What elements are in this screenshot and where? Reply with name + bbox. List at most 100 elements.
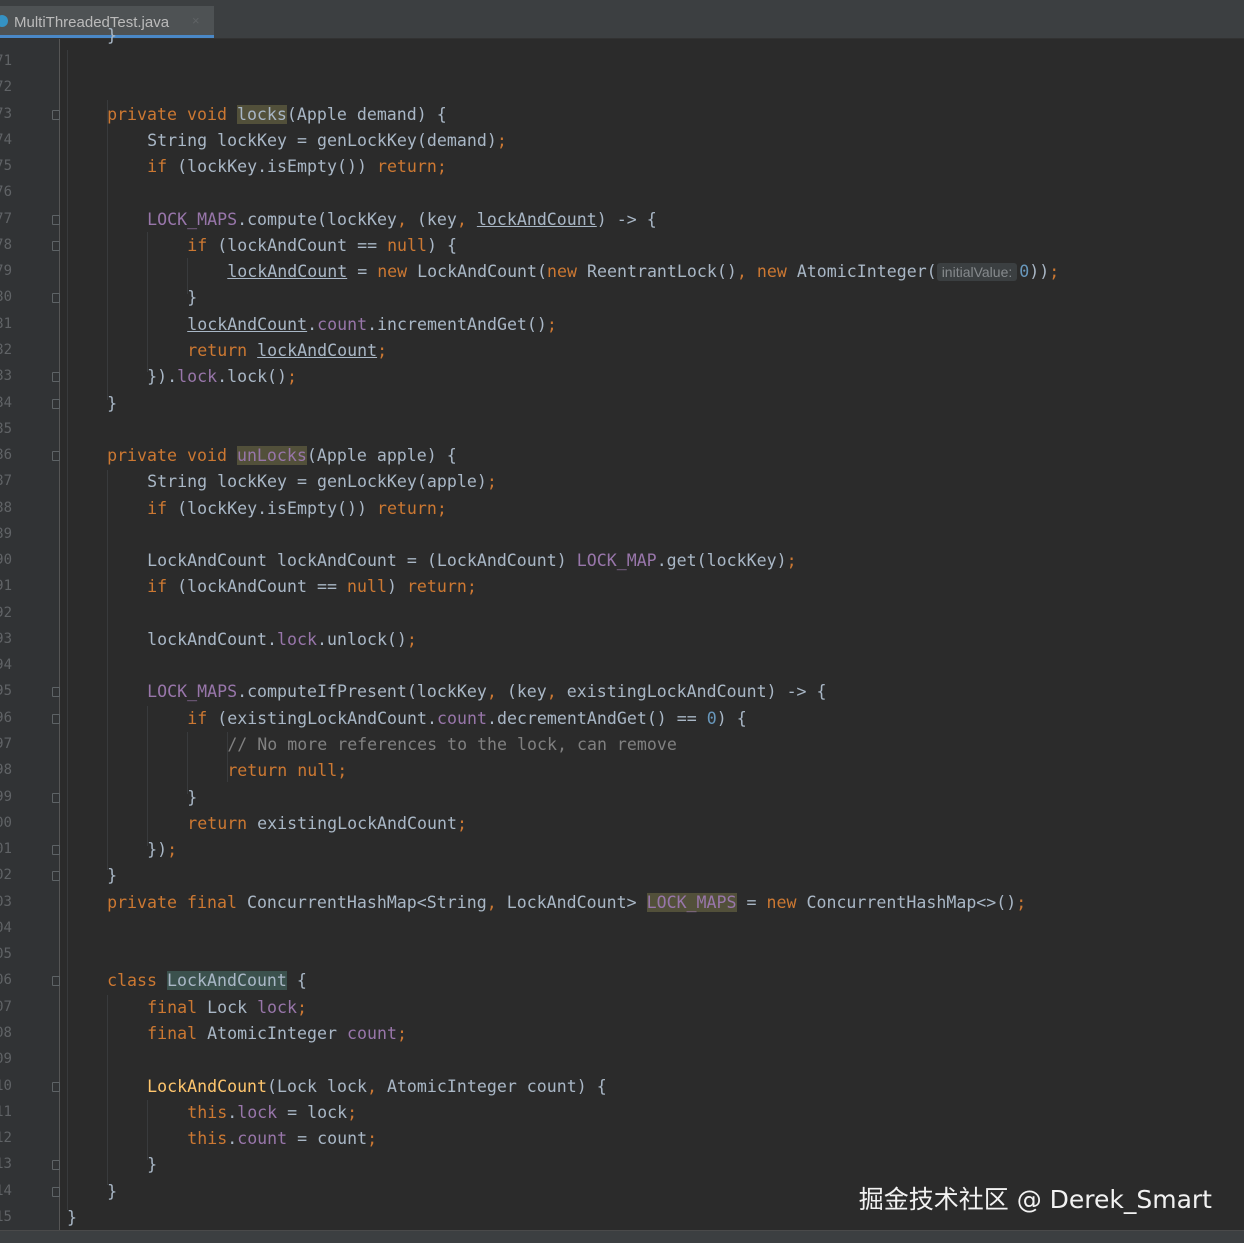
fold-marker-icon[interactable]: [52, 372, 60, 383]
code-text: LOCK_MAPS.compute(lockKey, (key, lockAnd…: [147, 208, 657, 232]
line-number: 97: [0, 736, 12, 753]
code-token: lockAndCount: [227, 262, 348, 282]
code-line[interactable]: 89: [0, 522, 1244, 548]
code-token: }: [67, 1207, 77, 1227]
code-token: existingLockAndCount) -> {: [566, 682, 827, 702]
code-line[interactable]: 103 private final ConcurrentHashMap<Strin…: [0, 890, 1244, 916]
fold-marker-icon[interactable]: [52, 293, 60, 304]
code-line[interactable]: 90 LockAndCount lockAndCount = (LockAndCo…: [0, 548, 1244, 574]
code-line[interactable]: 104: [0, 916, 1244, 942]
fold-marker-icon[interactable]: [52, 845, 60, 856]
fold-marker-icon[interactable]: [52, 687, 60, 698]
code-token: (lockAndCount ==: [217, 235, 388, 255]
code-token: 0: [706, 708, 717, 728]
line-number: 114: [0, 1182, 12, 1199]
code-token: 0: [1019, 262, 1030, 282]
code-line[interactable]: 85: [0, 417, 1244, 443]
code-line[interactable]: 83}).lock.lock();: [0, 364, 1244, 390]
code-token: , new: [736, 262, 797, 282]
fold-marker-icon[interactable]: [52, 976, 60, 987]
watermark: 掘金技术社区 @ Derek_Smart: [858, 1185, 1212, 1214]
code-line[interactable]: 106 class LockAndCount {: [0, 968, 1244, 994]
code-line[interactable]: 76: [0, 180, 1244, 206]
fold-marker-icon[interactable]: [52, 1186, 60, 1197]
fold-marker-icon[interactable]: [52, 871, 60, 882]
code-line[interactable]: 75 if (lockKey.isEmpty()) return;: [0, 154, 1244, 180]
code-token: .compute(lockKey: [237, 209, 397, 229]
code-token: return: [187, 813, 258, 833]
code-editor[interactable]: } 71 72 73 private void locks(Apple demand)…: [0, 0, 1244, 1242]
code-text: String lockKey = genLockKey(demand);: [147, 129, 507, 153]
fold-marker-icon[interactable]: [52, 792, 60, 803]
code-line[interactable]: 78 if (lockAndCount == null) {: [0, 233, 1244, 259]
code-token: ,: [366, 1076, 387, 1096]
code-token: lockAndCount.: [147, 629, 278, 649]
code-line[interactable]: 94: [0, 653, 1244, 679]
code-line[interactable]: 100 return existingLockAndCount;: [0, 811, 1244, 837]
code-token: .decrementAndGet() ==: [486, 708, 707, 728]
fold-marker-icon[interactable]: [52, 713, 60, 724]
code-token: existingLockAndCount: [257, 813, 457, 833]
code-token: LockAndCount: [147, 1076, 268, 1096]
code-token: LOCK_MAPS: [646, 892, 737, 912]
code-token: }: [107, 866, 118, 886]
code-line[interactable]: 86 private void unLocks(Apple apple) {: [0, 443, 1244, 469]
code-line[interactable]: 88 if (lockKey.isEmpty()) return;: [0, 496, 1244, 522]
code-line[interactable]: 79 lockAndCount = new LockAndCount(new Re…: [0, 259, 1244, 285]
fold-marker-icon[interactable]: [52, 1160, 60, 1171]
fold-marker-icon[interactable]: [52, 1081, 60, 1092]
code-token: )): [1029, 262, 1050, 282]
code-line[interactable]: 109: [0, 1047, 1244, 1073]
code-text: if (lockKey.isEmpty()) return;: [147, 497, 447, 521]
fold-marker-icon[interactable]: [52, 451, 60, 462]
code-token: ;: [396, 1023, 407, 1043]
code-token: (key: [506, 682, 547, 702]
code-token: }: [107, 393, 118, 413]
partial-closing-brace: }: [107, 26, 117, 45]
code-token: lock: [257, 997, 298, 1017]
code-line[interactable]: 87 String lockKey = genLockKey(apple);: [0, 469, 1244, 495]
line-number: 78: [0, 236, 12, 253]
line-number: 77: [0, 210, 12, 227]
fold-marker-icon[interactable]: [52, 240, 60, 251]
code-line[interactable]: 95 LOCK_MAPS.computeIfPresent(lockKey, (k…: [0, 679, 1244, 705]
code-text: });: [147, 838, 177, 862]
fold-marker-icon[interactable]: [52, 109, 60, 120]
code-token: if: [147, 498, 178, 518]
code-line[interactable]: 101});: [0, 837, 1244, 863]
line-number: 89: [0, 525, 12, 542]
code-line[interactable]: 107 final Lock lock;: [0, 995, 1244, 1021]
code-token: private final: [107, 892, 247, 912]
code-line[interactable]: 113}: [0, 1152, 1244, 1178]
code-line[interactable]: 77 LOCK_MAPS.compute(lockKey, (key, lockA…: [0, 207, 1244, 233]
code-line[interactable]: 80}: [0, 285, 1244, 311]
code-line[interactable]: 102}: [0, 863, 1244, 889]
code-line[interactable]: 82 return lockAndCount;: [0, 338, 1244, 364]
code-line[interactable]: 112 this.count = count;: [0, 1126, 1244, 1152]
code-line[interactable]: 105: [0, 942, 1244, 968]
code-line[interactable]: 110 LockAndCount(Lock lock, AtomicInteger…: [0, 1074, 1244, 1100]
code-line[interactable]: 92: [0, 601, 1244, 627]
code-line[interactable]: 73 private void locks(Apple demand) {: [0, 102, 1244, 128]
code-line[interactable]: 99}: [0, 785, 1244, 811]
code-line[interactable]: 111 this.lock = lock;: [0, 1100, 1244, 1126]
code-line[interactable]: 93 lockAndCount.lock.unlock();: [0, 627, 1244, 653]
code-token: .get(lockKey): [656, 551, 787, 571]
fold-marker-icon[interactable]: [52, 398, 60, 409]
code-line[interactable]: 72: [0, 75, 1244, 101]
code-token: // No more references to the lock, can r…: [227, 735, 677, 755]
code-token: ) -> {: [596, 209, 657, 229]
code-token: ;: [297, 997, 308, 1017]
code-line[interactable]: 91 if (lockAndCount == null) return;: [0, 574, 1244, 600]
line-number: 79: [0, 263, 12, 280]
code-line[interactable]: 98 return null;: [0, 758, 1244, 784]
fold-marker-icon[interactable]: [52, 214, 60, 225]
code-line[interactable]: 71: [0, 49, 1244, 75]
code-line[interactable]: 97 // No more references to the lock, can…: [0, 732, 1244, 758]
code-line[interactable]: 81 lockAndCount.count.incrementAndGet();: [0, 312, 1244, 338]
code-line[interactable]: 96 if (existingLockAndCount.count.decreme…: [0, 706, 1244, 732]
code-line[interactable]: 108 final AtomicInteger count;: [0, 1021, 1244, 1047]
code-line[interactable]: 84}: [0, 391, 1244, 417]
code-line[interactable]: 74 String lockKey = genLockKey(demand);: [0, 128, 1244, 154]
code-text: lockAndCount = new LockAndCount(new Reen…: [227, 260, 1059, 284]
